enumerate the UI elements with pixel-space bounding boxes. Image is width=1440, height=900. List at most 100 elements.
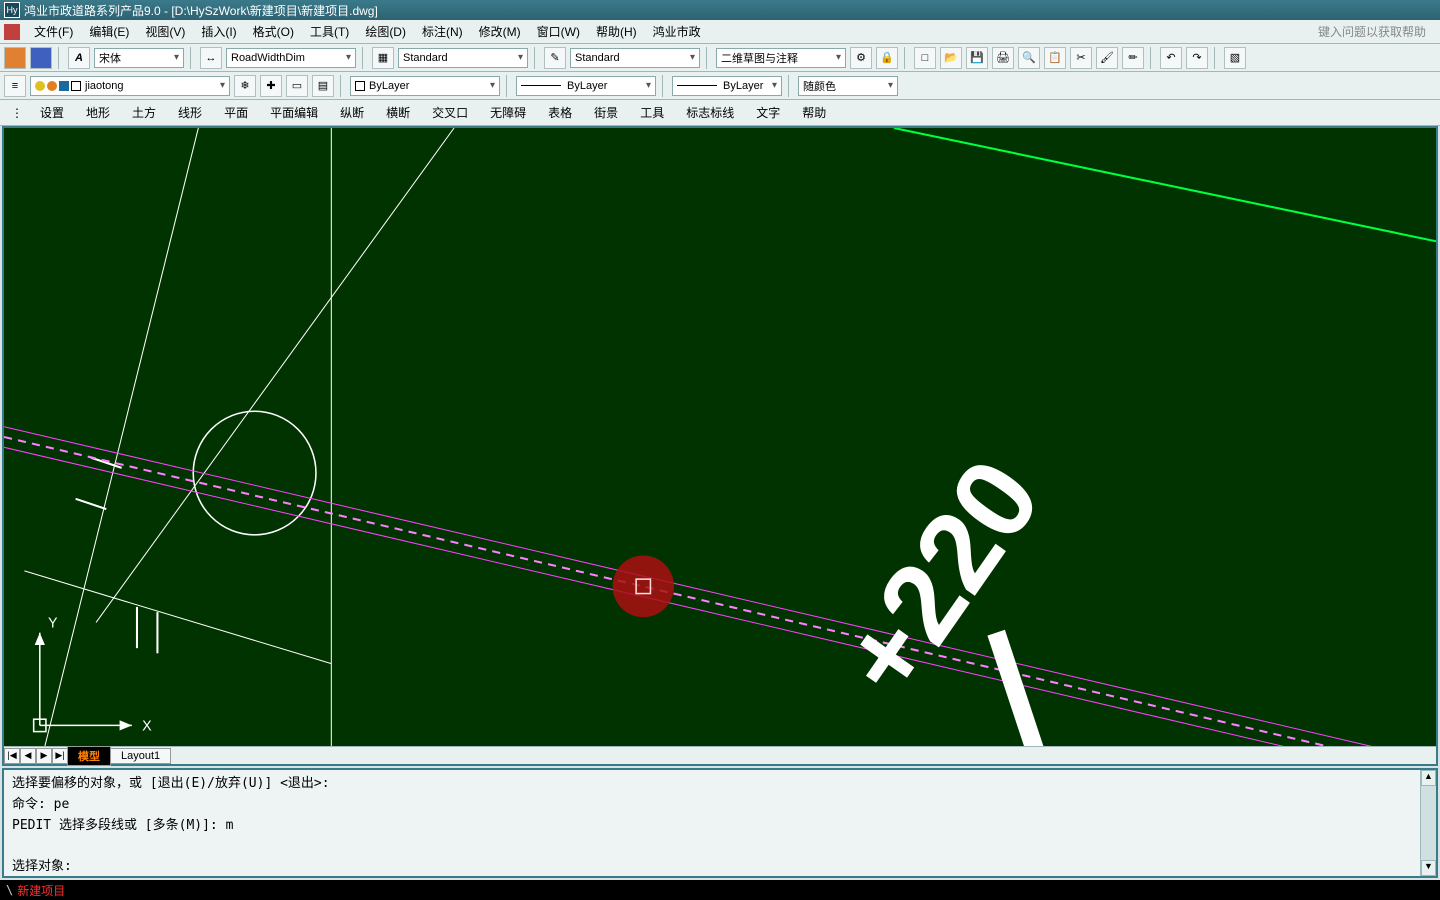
linetype-dropdown[interactable]: ByLayer bbox=[516, 76, 656, 96]
mod-terrain[interactable]: 地形 bbox=[76, 101, 120, 124]
color-swatch bbox=[355, 81, 365, 91]
tab-nav-prev[interactable]: ◀ bbox=[20, 748, 36, 764]
mod-signs[interactable]: 标志标线 bbox=[676, 101, 744, 124]
separator bbox=[1150, 47, 1154, 69]
doc-icon[interactable] bbox=[4, 24, 20, 40]
dimstyle-value: RoadWidthDim bbox=[231, 52, 305, 64]
menu-insert[interactable]: 插入(I) bbox=[193, 20, 244, 43]
menu-tools[interactable]: 工具(T) bbox=[302, 20, 357, 43]
layer-tool-4[interactable]: ▤ bbox=[312, 75, 334, 97]
color-swatch-icon bbox=[71, 81, 81, 91]
menu-file[interactable]: 文件(F) bbox=[26, 20, 81, 43]
extra-button[interactable]: ▧ bbox=[1224, 47, 1246, 69]
scroll-track[interactable] bbox=[1421, 786, 1436, 860]
publish-button[interactable]: 📋 bbox=[1044, 47, 1066, 69]
workspace-settings-button[interactable]: ⚙ bbox=[850, 47, 872, 69]
cmd-line-1: 选择要偏移的对象，或 [退出(E)/放弃(U)] <退出>: bbox=[12, 776, 330, 791]
lineweight-dropdown[interactable]: ByLayer bbox=[672, 76, 782, 96]
help-search-prompt[interactable]: 键入问题以获取帮助 bbox=[1318, 23, 1436, 40]
mod-text[interactable]: 文字 bbox=[746, 101, 790, 124]
work-area: +220 X Y |◀ ◀ ▶ ▶| 模型 Layout1 bbox=[2, 126, 1438, 766]
mod-earthwork[interactable]: 土方 bbox=[122, 101, 166, 124]
workspace-dropdown[interactable]: 二维草图与注释 bbox=[716, 48, 846, 68]
font-dropdown[interactable]: 宋体 bbox=[94, 48, 184, 68]
command-scrollbar[interactable]: ▲ ▼ bbox=[1420, 770, 1436, 876]
open-button[interactable]: 📂 bbox=[940, 47, 962, 69]
menu-hongye[interactable]: 鸿业市政 bbox=[645, 20, 709, 43]
drawing-canvas[interactable]: +220 X Y bbox=[4, 128, 1436, 746]
layer-tool-3[interactable]: ▭ bbox=[286, 75, 308, 97]
tab-nav-last[interactable]: ▶| bbox=[52, 748, 68, 764]
toolbar-row-1: A 宋体 ↔ RoadWidthDim ▦ Standard ✎ Standar… bbox=[0, 44, 1440, 72]
scroll-down-icon[interactable]: ▼ bbox=[1421, 860, 1436, 876]
menu-modify[interactable]: 修改(M) bbox=[471, 20, 529, 43]
sun-icon bbox=[47, 81, 57, 91]
mod-intersect[interactable]: 交叉口 bbox=[422, 101, 478, 124]
mod-tools[interactable]: 工具 bbox=[630, 101, 674, 124]
workspace-lock-button[interactable]: 🔒 bbox=[876, 47, 898, 69]
brush-button[interactable]: ✏ bbox=[1122, 47, 1144, 69]
new-button[interactable]: □ bbox=[914, 47, 936, 69]
separator bbox=[534, 47, 538, 69]
separator bbox=[190, 47, 194, 69]
lineweight-sample bbox=[677, 85, 717, 86]
menu-dim[interactable]: 标注(N) bbox=[414, 20, 471, 43]
mleaderstyle-button[interactable]: ✎ bbox=[544, 47, 566, 69]
menu-draw[interactable]: 绘图(D) bbox=[357, 20, 414, 43]
command-text[interactable]: 选择要偏移的对象，或 [退出(E)/放弃(U)] <退出>: 命令: pe PE… bbox=[4, 770, 1420, 876]
module-handle[interactable]: ⋮ bbox=[6, 106, 28, 120]
mleaderstyle-dropdown[interactable]: Standard bbox=[570, 48, 700, 68]
ucs-x-label: X bbox=[142, 719, 152, 735]
match-button[interactable]: 🖌 bbox=[1096, 47, 1118, 69]
plot-preview-button[interactable]: 🔍 bbox=[1018, 47, 1040, 69]
text-style-button[interactable]: A bbox=[68, 47, 90, 69]
menu-help[interactable]: 帮助(H) bbox=[588, 20, 645, 43]
mod-profile[interactable]: 纵断 bbox=[330, 101, 374, 124]
tab-model[interactable]: 模型 bbox=[67, 746, 111, 766]
color-value: ByLayer bbox=[369, 80, 409, 92]
tab-layout1[interactable]: Layout1 bbox=[110, 748, 171, 764]
mod-table[interactable]: 表格 bbox=[538, 101, 582, 124]
scroll-up-icon[interactable]: ▲ bbox=[1421, 770, 1436, 786]
tool-icon-2[interactable] bbox=[30, 47, 52, 69]
cmd-line-3: PEDIT 选择多段线或 [多条(M)]: m bbox=[12, 818, 233, 833]
dimstyle-button[interactable]: ↔ bbox=[200, 47, 222, 69]
plotstyle-dropdown[interactable]: 随颜色 bbox=[798, 76, 898, 96]
mod-help[interactable]: 帮助 bbox=[792, 101, 836, 124]
mod-barrier[interactable]: 无障碍 bbox=[480, 101, 536, 124]
mod-settings[interactable]: 设置 bbox=[30, 101, 74, 124]
menu-window[interactable]: 窗口(W) bbox=[529, 20, 588, 43]
layers-button[interactable]: ≡ bbox=[4, 75, 26, 97]
mod-plan[interactable]: 平面 bbox=[214, 101, 258, 124]
layer-tool-1[interactable]: ❄ bbox=[234, 75, 256, 97]
menu-edit[interactable]: 编辑(E) bbox=[81, 20, 137, 43]
tablestyle-dropdown[interactable]: Standard bbox=[398, 48, 528, 68]
lock-icon bbox=[59, 81, 69, 91]
linetype-sample bbox=[521, 85, 561, 86]
tab-nav-next[interactable]: ▶ bbox=[36, 748, 52, 764]
tablestyle-value: Standard bbox=[403, 52, 448, 64]
mod-cross[interactable]: 横断 bbox=[376, 101, 420, 124]
cut-button[interactable]: ✂ bbox=[1070, 47, 1092, 69]
tab-nav-first[interactable]: |◀ bbox=[4, 748, 20, 764]
font-value: 宋体 bbox=[99, 50, 121, 66]
layer-tool-2[interactable]: ✚ bbox=[260, 75, 282, 97]
color-dropdown[interactable]: ByLayer bbox=[350, 76, 500, 96]
tablestyle-button[interactable]: ▦ bbox=[372, 47, 394, 69]
menu-view[interactable]: 视图(V) bbox=[137, 20, 193, 43]
layer-dropdown[interactable]: jiaotong bbox=[30, 76, 230, 96]
mod-alignment[interactable]: 线形 bbox=[168, 101, 212, 124]
redo-button[interactable]: ↷ bbox=[1186, 47, 1208, 69]
tool-icon-1[interactable] bbox=[4, 47, 26, 69]
mod-planedit[interactable]: 平面编辑 bbox=[260, 101, 328, 124]
save-button[interactable]: 💾 bbox=[966, 47, 988, 69]
menu-format[interactable]: 格式(O) bbox=[245, 20, 302, 43]
print-button[interactable]: 🖨 bbox=[992, 47, 1014, 69]
undo-button[interactable]: ↶ bbox=[1160, 47, 1182, 69]
separator bbox=[1214, 47, 1218, 69]
mod-street[interactable]: 街景 bbox=[584, 101, 628, 124]
dimstyle-dropdown[interactable]: RoadWidthDim bbox=[226, 48, 356, 68]
bulb-icon bbox=[35, 81, 45, 91]
workspace-value: 二维草图与注释 bbox=[721, 50, 798, 66]
lineweight-value: ByLayer bbox=[723, 80, 763, 92]
